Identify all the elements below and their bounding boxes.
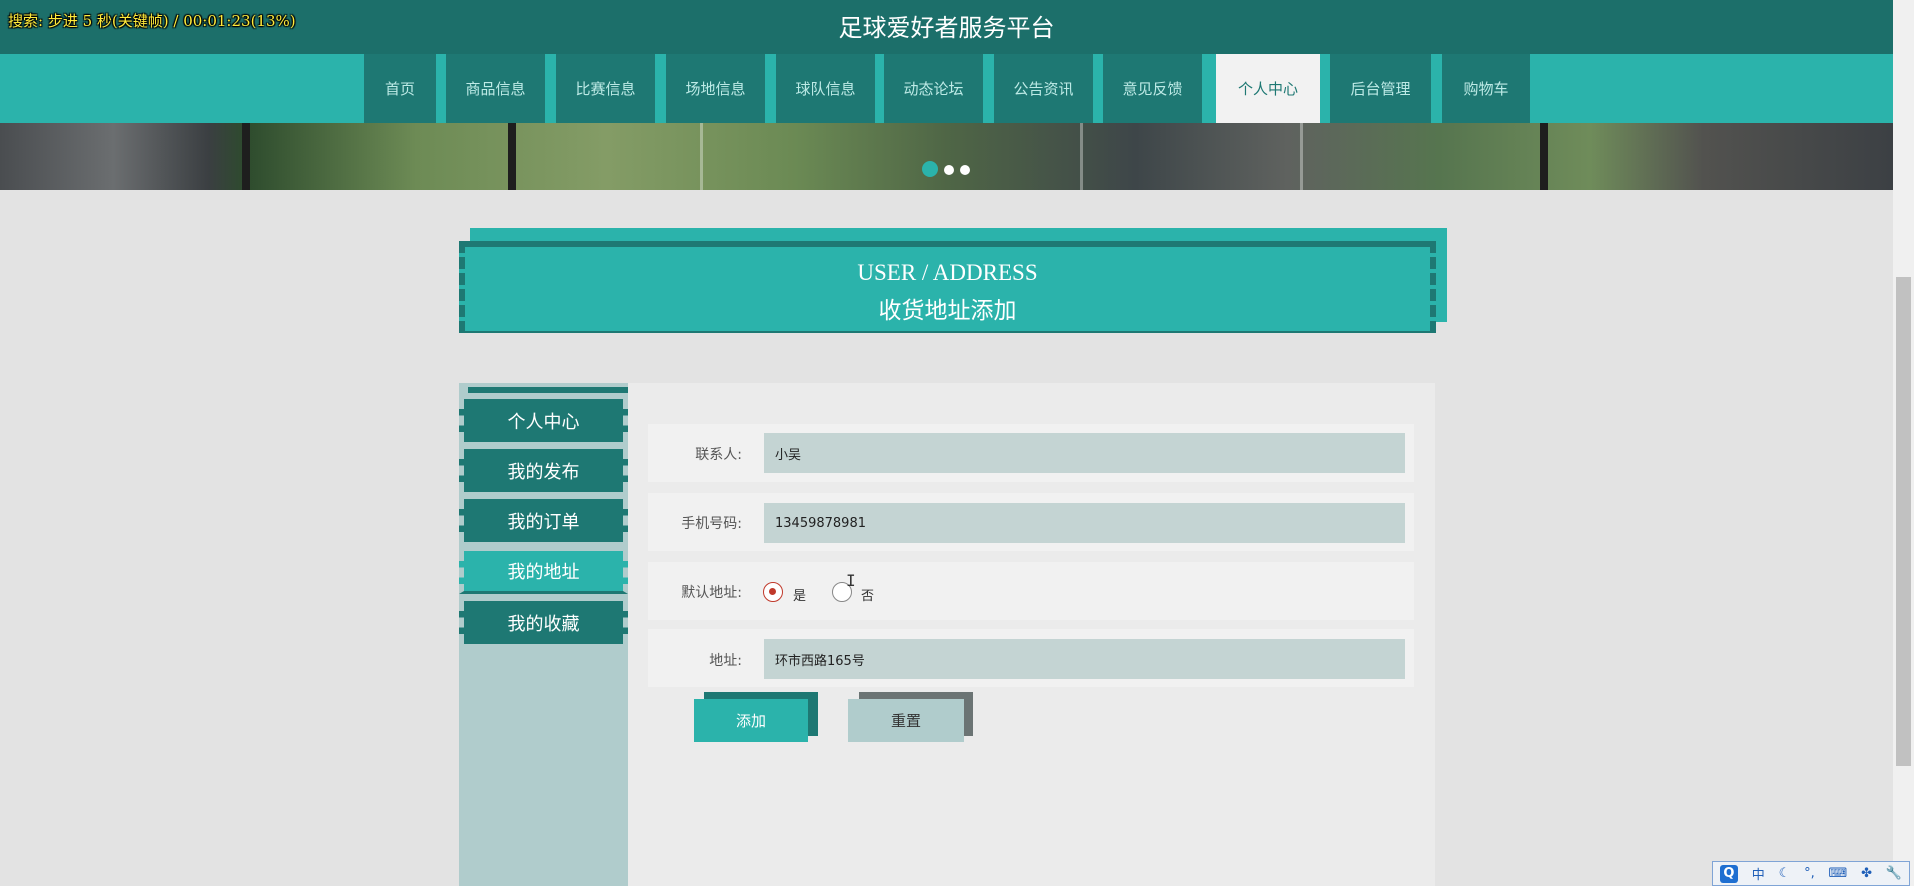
- wrench-icon[interactable]: 🔧: [1886, 866, 1902, 881]
- sidebar-item-my-posts[interactable]: 我的发布: [459, 449, 628, 492]
- video-seek-overlay: 搜索: 步进 5 秒(关键帧) / 00:01:23(13%): [8, 12, 296, 30]
- sidebar-item-personal-center[interactable]: 个人中心: [459, 399, 628, 442]
- nav-feedback[interactable]: 意见反馈: [1103, 54, 1202, 123]
- sidebar-item-my-orders[interactable]: 我的订单: [459, 499, 628, 542]
- contact-input[interactable]: [764, 433, 1405, 473]
- add-button[interactable]: 添加: [694, 699, 808, 742]
- nav-products[interactable]: 商品信息: [446, 54, 545, 123]
- sidebar-item-my-favorites[interactable]: 我的收藏: [459, 601, 628, 644]
- nav-matches[interactable]: 比赛信息: [556, 54, 655, 123]
- default-yes-label: 是: [793, 589, 807, 604]
- nav-home[interactable]: 首页: [364, 54, 436, 123]
- heading-english: USER / ADDRESS: [857, 260, 1038, 285]
- phone-label: 手机号码:: [681, 516, 742, 532]
- text-cursor-icon: I: [846, 571, 856, 590]
- banner-decor: [508, 123, 516, 190]
- default-address-label: 默认地址:: [681, 585, 742, 601]
- ime-toolbar[interactable]: Q 中 ☾ °, ⌨ ✤ 🔧: [1712, 861, 1910, 886]
- skin-icon[interactable]: ✤: [1861, 866, 1872, 881]
- punctuation-icon[interactable]: °,: [1804, 866, 1815, 881]
- page-scrollbar-thumb[interactable]: [1896, 277, 1911, 766]
- nav-announcements[interactable]: 公告资讯: [994, 54, 1093, 123]
- nav-teams[interactable]: 球队信息: [776, 54, 875, 123]
- address-input[interactable]: [764, 639, 1405, 679]
- nav-admin[interactable]: 后台管理: [1330, 54, 1431, 123]
- main-nav: 首页 商品信息 比赛信息 场地信息 球队信息 动态论坛 公告资讯 意见反馈 个人…: [0, 54, 1893, 123]
- sidebar-topline: [468, 387, 628, 393]
- address-label: 地址:: [709, 653, 742, 669]
- nav-forum[interactable]: 动态论坛: [884, 54, 983, 123]
- banner-decor: [1540, 123, 1548, 190]
- banner-decor: [1080, 123, 1083, 190]
- sidebar-item-my-address[interactable]: 我的地址: [459, 551, 628, 594]
- default-no-label: 否: [861, 589, 875, 604]
- nav-personal-center[interactable]: 个人中心: [1216, 54, 1320, 123]
- keyboard-icon[interactable]: ⌨: [1829, 866, 1848, 881]
- carousel-dot-1[interactable]: [922, 161, 938, 177]
- nav-venues[interactable]: 场地信息: [666, 54, 765, 123]
- phone-input[interactable]: [764, 503, 1405, 543]
- default-yes-radio[interactable]: [763, 582, 783, 602]
- moon-icon[interactable]: ☾: [1779, 866, 1791, 881]
- banner-decor: [242, 123, 250, 190]
- contact-label: 联系人:: [695, 447, 742, 463]
- banner-decor: [700, 123, 703, 190]
- nav-cart[interactable]: 购物车: [1442, 54, 1530, 123]
- ime-lang-toggle[interactable]: 中: [1752, 864, 1765, 883]
- banner-carousel: [0, 123, 1893, 190]
- ime-q-icon[interactable]: Q: [1719, 864, 1738, 883]
- banner-decor: [1300, 123, 1303, 190]
- carousel-dot-2[interactable]: [944, 165, 954, 175]
- carousel-dot-3[interactable]: [960, 165, 970, 175]
- reset-button[interactable]: 重置: [848, 699, 964, 742]
- page-title: 收货地址添加: [878, 298, 1017, 324]
